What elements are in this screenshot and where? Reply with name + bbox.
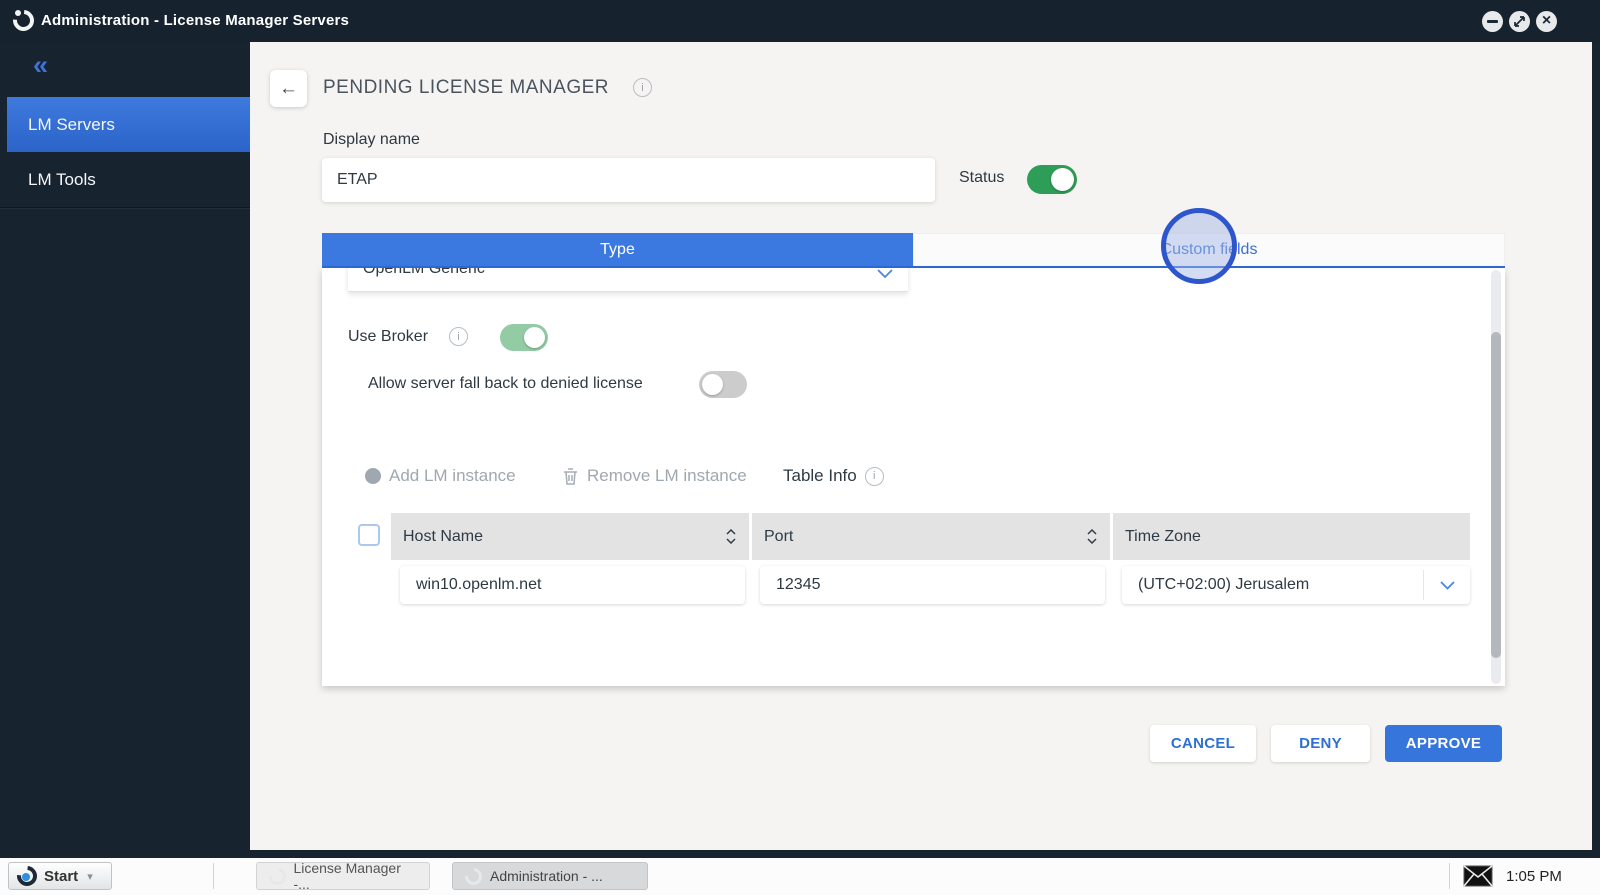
main-content: ← PENDING LICENSE MANAGER i Display name…: [250, 42, 1592, 850]
panel-scrollbar-track[interactable]: [1491, 270, 1501, 684]
cancel-button[interactable]: CANCEL: [1150, 725, 1256, 762]
remove-lm-instance-button[interactable]: Remove LM instance: [562, 466, 747, 486]
maximize-icon: [1514, 16, 1525, 27]
add-lm-instance-button[interactable]: Add LM instance: [365, 466, 516, 486]
minimize-icon: [1487, 20, 1498, 23]
taskbar-item-label: License Manager -...: [293, 860, 401, 892]
trash-icon: [564, 467, 577, 485]
chevron-down-icon: [1440, 581, 1455, 590]
host-name-input[interactable]: [400, 566, 745, 604]
column-header-port[interactable]: Port: [752, 513, 1110, 560]
start-label: Start: [44, 867, 79, 885]
time-zone-select[interactable]: (UTC+02:00) Jerusalem: [1122, 566, 1470, 604]
tab-label: Type: [600, 240, 635, 258]
minimize-button[interactable]: [1482, 11, 1503, 32]
approve-button[interactable]: APPROVE: [1385, 725, 1502, 762]
add-icon: [365, 468, 381, 484]
fallback-toggle[interactable]: [699, 371, 747, 398]
panel-scrollbar-thumb[interactable]: [1491, 332, 1501, 658]
taskbar-item-administration[interactable]: Administration - ...: [452, 862, 648, 890]
taskbar-item-license-manager[interactable]: License Manager -...: [256, 860, 430, 892]
port-input[interactable]: [760, 566, 1105, 604]
deny-button[interactable]: DENY: [1271, 725, 1370, 762]
status-toggle[interactable]: [1027, 165, 1077, 194]
page-title-info-icon[interactable]: i: [633, 78, 652, 97]
sort-icon[interactable]: [1086, 529, 1098, 544]
table-info-label: Table Info: [783, 466, 857, 485]
sidebar-item-label: LM Tools: [28, 169, 96, 189]
column-header-host-name[interactable]: Host Name: [391, 513, 749, 560]
remove-lm-instance-label: Remove LM instance: [587, 466, 747, 485]
column-header-time-zone[interactable]: Time Zone: [1113, 513, 1470, 560]
chevron-down-icon: [877, 269, 893, 278]
sidebar-item-lm-servers[interactable]: LM Servers: [7, 97, 250, 152]
sidebar-item-lm-tools[interactable]: LM Tools: [0, 152, 250, 208]
fallback-label: Allow server fall back to denied license: [368, 375, 643, 392]
taskbar-divider: [1449, 863, 1450, 889]
close-button[interactable]: ×: [1536, 11, 1557, 32]
display-name-label: Display name: [323, 131, 420, 148]
openlm-logo-icon: [265, 864, 290, 888]
table-info-icon: i: [864, 466, 884, 486]
sidebar-collapse-button[interactable]: «: [33, 52, 48, 79]
use-broker-toggle[interactable]: [500, 324, 548, 351]
page-title: PENDING LICENSE MANAGER: [323, 77, 609, 98]
taskbar-clock: 1:05 PM: [1506, 868, 1562, 885]
start-caret-icon: ▾: [87, 870, 93, 883]
table-info-button[interactable]: Table Info i: [783, 466, 884, 486]
status-label: Status: [959, 169, 1005, 186]
window-title: Administration - License Manager Servers: [41, 12, 350, 29]
start-logo-icon: [12, 861, 42, 891]
select-row-checkbox[interactable]: [358, 524, 380, 546]
screen: Administration - License Manager Servers…: [0, 0, 1600, 895]
taskbar: Start ▾ License Manager -... Administrat…: [0, 858, 1600, 895]
close-icon: ×: [1541, 12, 1552, 29]
maximize-button[interactable]: [1509, 11, 1530, 32]
tab-bar: Type Custom fields: [322, 233, 1505, 268]
back-button[interactable]: ←: [270, 70, 307, 107]
back-arrow-icon: ←: [279, 77, 298, 99]
tab-custom-fields[interactable]: Custom fields: [913, 233, 1505, 266]
mail-tray-icon[interactable]: [1463, 865, 1493, 887]
sidebar: « LM Servers LM Tools: [0, 42, 250, 858]
add-lm-instance-label: Add LM instance: [389, 466, 516, 485]
display-name-input[interactable]: [322, 158, 935, 202]
taskbar-divider: [213, 863, 214, 889]
tab-type[interactable]: Type: [322, 233, 913, 266]
taskbar-item-label: Administration - ...: [490, 868, 603, 884]
sidebar-item-label: LM Servers: [28, 114, 115, 134]
start-button[interactable]: Start ▾: [8, 861, 112, 891]
table-header: Host Name Port Time Zone: [391, 513, 1470, 560]
window-titlebar: Administration - License Manager Servers…: [0, 0, 1600, 42]
lm-type-value: OpenLM Generic: [363, 268, 485, 277]
sort-icon[interactable]: [725, 529, 737, 544]
type-tab-panel: OpenLM Generic Use Broker i Allow server…: [322, 268, 1505, 686]
openlm-logo-icon: [461, 864, 486, 888]
time-zone-value: (UTC+02:00) Jerusalem: [1138, 576, 1310, 593]
openlm-logo-icon: [8, 5, 39, 36]
use-broker-label: Use Broker: [348, 328, 429, 345]
lm-type-select[interactable]: OpenLM Generic: [348, 268, 908, 292]
tab-label: Custom fields: [1160, 241, 1258, 258]
use-broker-info-icon[interactable]: i: [449, 327, 468, 346]
